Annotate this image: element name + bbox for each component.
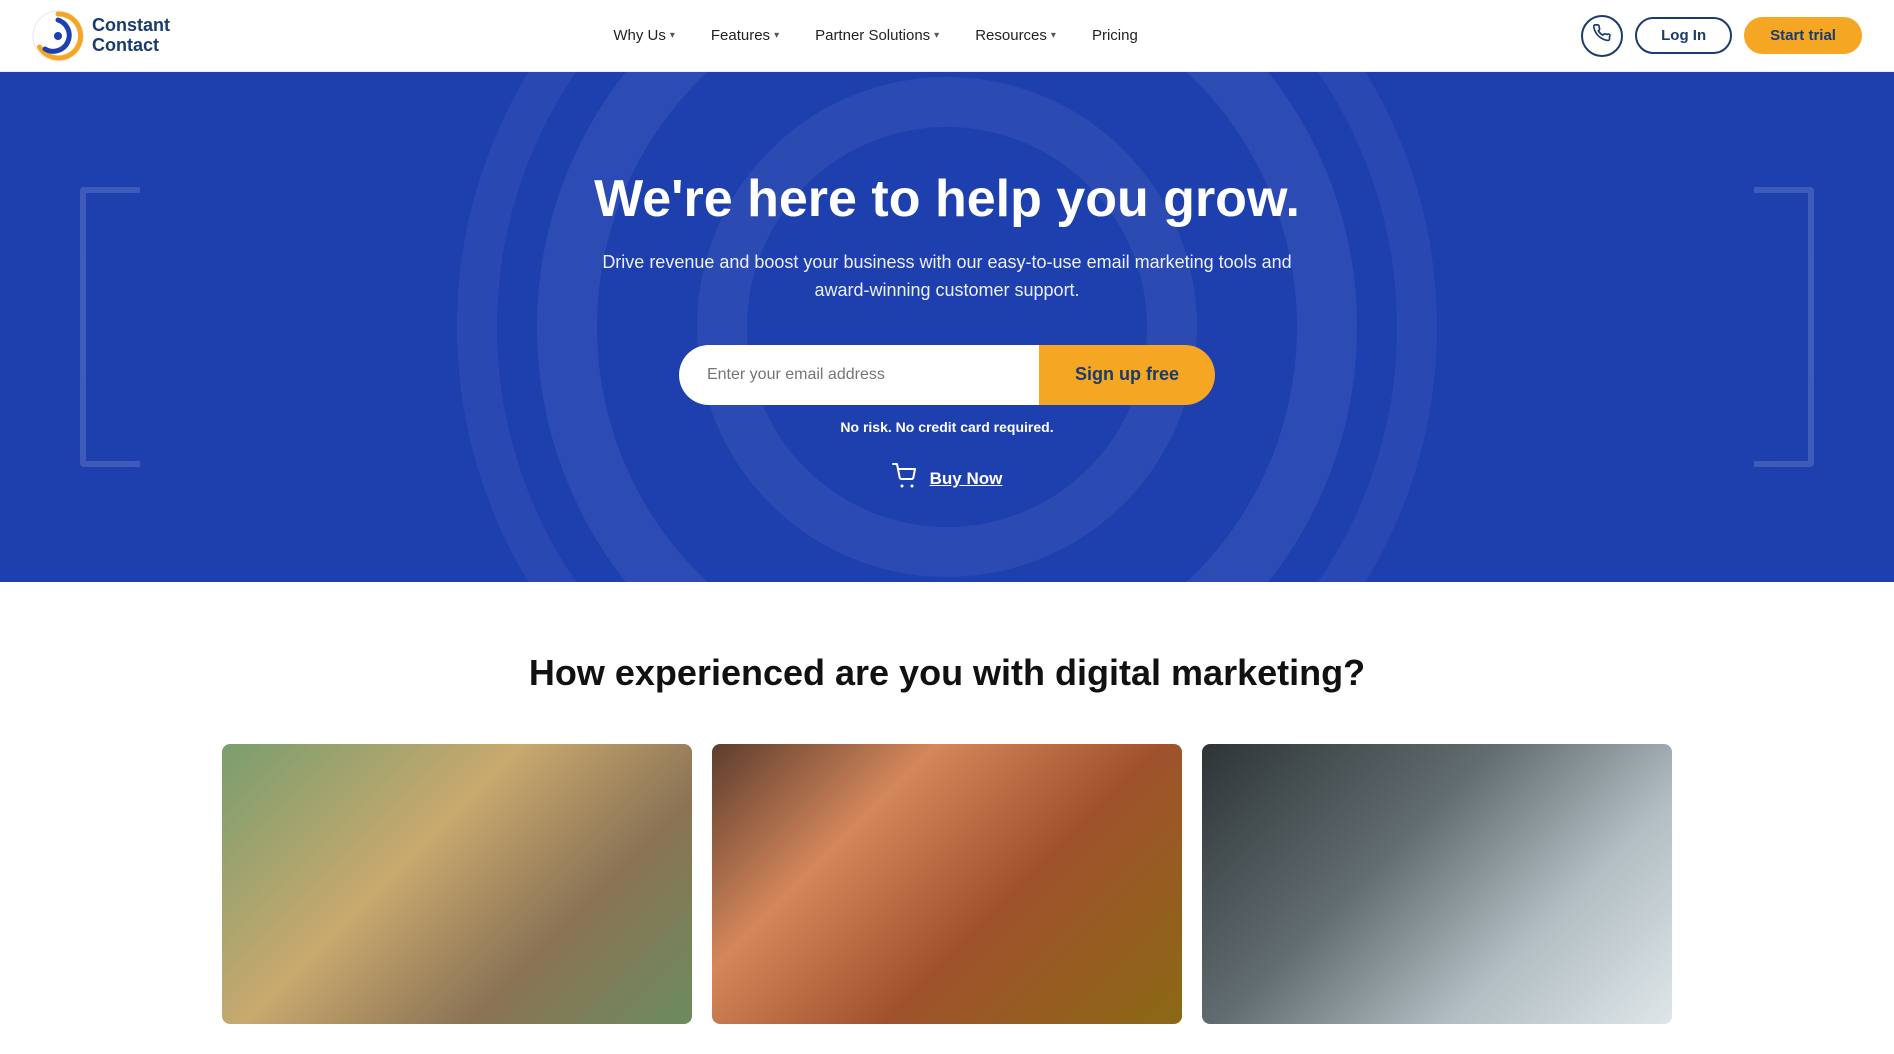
login-button[interactable]: Log In [1635,17,1732,54]
card-farmer[interactable] [222,744,692,1024]
chevron-down-icon: ▾ [774,30,779,41]
signup-button[interactable]: Sign up free [1039,345,1215,405]
chevron-down-icon: ▾ [1051,30,1056,41]
hero-section: We're here to help you grow. Drive reven… [0,72,1894,582]
disclaimer-text: No risk. No credit card required. [840,419,1053,435]
navbar: Constant Contact Why Us ▾ Features ▾ Par… [0,0,1894,72]
navbar-actions: Log In Start trial [1581,15,1862,57]
nav-partner-solutions[interactable]: Partner Solutions ▾ [799,19,955,52]
decorative-bracket-right [1754,187,1814,467]
hero-title: We're here to help you grow. [594,169,1300,229]
nav-features[interactable]: Features ▾ [695,19,795,52]
hero-subtitle: Drive revenue and boost your business wi… [577,249,1317,305]
buy-now-link[interactable]: Buy Now [930,469,1003,489]
buy-now-container: Buy Now [892,463,1003,495]
decorative-circle [697,77,1197,577]
main-navigation: Why Us ▾ Features ▾ Partner Solutions ▾ … [597,19,1153,52]
start-trial-button[interactable]: Start trial [1744,17,1862,54]
nav-why-us[interactable]: Why Us ▾ [597,19,691,52]
card-office[interactable] [1202,744,1672,1024]
nav-pricing[interactable]: Pricing [1076,19,1154,52]
brand-name: Constant Contact [92,16,170,56]
brand-logo[interactable]: Constant Contact [32,10,170,62]
experience-section: How experienced are you with digital mar… [0,582,1894,1054]
signup-form: Sign up free [679,345,1215,405]
cart-icon [892,463,920,495]
chevron-down-icon: ▾ [934,30,939,41]
cards-container [40,744,1854,1024]
nav-resources[interactable]: Resources ▾ [959,19,1072,52]
chevron-down-icon: ▾ [670,30,675,41]
phone-icon [1593,24,1611,47]
card-restaurant[interactable] [712,744,1182,1024]
section-title: How experienced are you with digital mar… [40,652,1854,694]
email-input[interactable] [679,345,1039,405]
decorative-bracket-left [80,187,140,467]
phone-button[interactable] [1581,15,1623,57]
